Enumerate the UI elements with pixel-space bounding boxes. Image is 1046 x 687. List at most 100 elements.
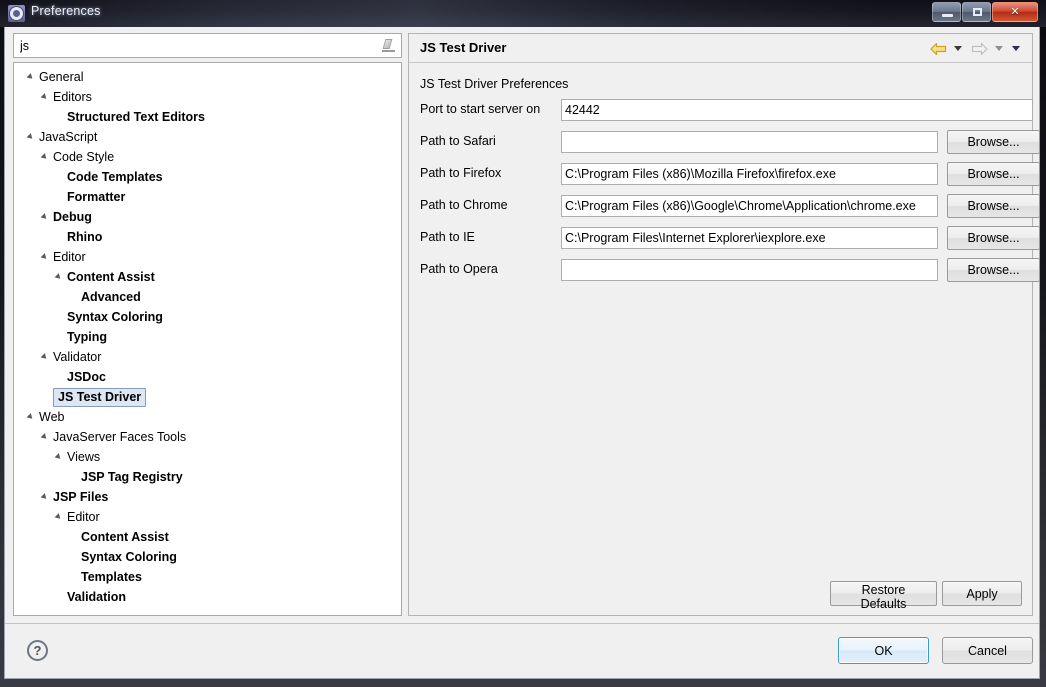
- tree-item-label: JavaScript: [39, 130, 98, 144]
- tree-item-label: JavaServer Faces Tools: [53, 430, 187, 444]
- tree-item[interactable]: Editors: [14, 87, 401, 107]
- tree-item[interactable]: JS Test Driver: [14, 387, 401, 407]
- tree-item-label: Validation: [67, 590, 127, 604]
- tree-item[interactable]: Validation: [14, 587, 401, 607]
- window-title: Preferences: [31, 4, 101, 18]
- close-icon: ✕: [1010, 6, 1020, 18]
- tree-item-label: Templates: [81, 570, 142, 584]
- tree-item[interactable]: Advanced: [14, 287, 401, 307]
- field-label: Path to Chrome: [420, 198, 508, 212]
- tree-item[interactable]: Editor: [14, 507, 401, 527]
- tree-expander-icon[interactable]: [40, 353, 49, 361]
- tree-expander-icon[interactable]: [40, 433, 49, 441]
- tree-expander-icon[interactable]: [54, 453, 63, 461]
- erase-icon[interactable]: [381, 38, 396, 53]
- field-label: Path to Safari: [420, 134, 496, 148]
- preferences-dialog: General Editors Structured Text Editors Jav…: [4, 27, 1040, 679]
- tree-expander-icon[interactable]: [40, 213, 49, 221]
- title-bar: Preferences ✕: [0, 0, 1046, 27]
- field-input[interactable]: [561, 163, 938, 185]
- maximize-icon: [973, 8, 982, 16]
- tree-expander-icon[interactable]: [40, 153, 49, 161]
- tree-item[interactable]: General: [14, 67, 401, 87]
- tree-item-label: Editors: [53, 90, 92, 104]
- browse-button[interactable]: Browse...: [947, 226, 1040, 250]
- tree-item[interactable]: Rhino: [14, 227, 401, 247]
- tree-item[interactable]: Code Style: [14, 147, 401, 167]
- tree-item[interactable]: Formatter: [14, 187, 401, 207]
- minimize-button[interactable]: [932, 2, 961, 22]
- tree-item[interactable]: Views: [14, 447, 401, 467]
- page-title: JS Test Driver: [420, 40, 507, 55]
- search-input[interactable]: [18, 34, 373, 57]
- tree-item[interactable]: Code Templates: [14, 167, 401, 187]
- browse-button[interactable]: Browse...: [947, 130, 1040, 154]
- tree-item[interactable]: JSDoc: [14, 367, 401, 387]
- minimize-icon: [942, 14, 953, 17]
- tree-item[interactable]: Validator: [14, 347, 401, 367]
- tree-item-label: Rhino: [67, 230, 103, 244]
- restore-defaults-button[interactable]: Restore Defaults: [830, 581, 937, 611]
- tree-item[interactable]: Content Assist: [14, 527, 401, 547]
- tree-expander-icon[interactable]: [26, 73, 35, 81]
- right-pane: JS Test Driver JS Test Driver Preference…: [408, 33, 1040, 616]
- tree-item-label: Syntax Coloring: [81, 550, 177, 564]
- section-label: JS Test Driver Preferences: [420, 77, 569, 91]
- tree-item-label: Validator: [53, 350, 102, 364]
- field-input[interactable]: [561, 99, 1033, 121]
- tree-item[interactable]: Debug: [14, 207, 401, 227]
- tree-item[interactable]: Syntax Coloring: [14, 547, 401, 567]
- tree-item-label: Typing: [67, 330, 108, 344]
- tree-expander-icon[interactable]: [26, 133, 35, 141]
- field-input[interactable]: [561, 227, 938, 249]
- browse-button[interactable]: Browse...: [947, 194, 1040, 218]
- tree-item[interactable]: JSP Files: [14, 487, 401, 507]
- tree-item[interactable]: Content Assist: [14, 267, 401, 287]
- forward-arrow-icon: [971, 42, 988, 56]
- tree-item[interactable]: Web: [14, 407, 401, 427]
- tree-item[interactable]: Structured Text Editors: [14, 107, 401, 127]
- field-label: Path to IE: [420, 230, 475, 244]
- field-input[interactable]: [561, 195, 938, 217]
- tree-expander-icon[interactable]: [40, 253, 49, 261]
- field-label: Port to start server on: [420, 102, 541, 116]
- tree-item-label: Debug: [53, 210, 92, 224]
- ok-button[interactable]: OK: [838, 637, 929, 664]
- tree-item[interactable]: JSP Tag Registry: [14, 467, 401, 487]
- back-arrow-icon[interactable]: [930, 42, 947, 56]
- maximize-button[interactable]: [962, 2, 991, 22]
- tree-item[interactable]: JavaScript: [14, 127, 401, 147]
- tree-expander-icon[interactable]: [40, 493, 49, 501]
- field-input[interactable]: [561, 131, 938, 153]
- tree-item-label: Structured Text Editors: [67, 110, 205, 124]
- tree-expander-icon[interactable]: [54, 513, 63, 521]
- question-mark-icon[interactable]: ?: [27, 640, 48, 661]
- page-navigation: [929, 40, 1024, 58]
- close-button[interactable]: ✕: [992, 2, 1038, 22]
- tree-expander-icon[interactable]: [26, 413, 35, 421]
- tree-item[interactable]: Templates: [14, 567, 401, 587]
- tree-expander-icon[interactable]: [40, 93, 49, 101]
- tree-item-label: Code Templates: [67, 170, 163, 184]
- tree-item[interactable]: JavaServer Faces Tools: [14, 427, 401, 447]
- field-input[interactable]: [561, 259, 938, 281]
- back-dropdown-chevron-down-icon[interactable]: [953, 46, 962, 52]
- tree-item-label: Code Style: [53, 150, 115, 164]
- browse-button[interactable]: Browse...: [947, 258, 1040, 282]
- page-header: JS Test Driver: [409, 34, 1032, 63]
- page-menu-chevron-down-icon[interactable]: [1012, 46, 1020, 52]
- tree-item-label: JS Test Driver: [53, 388, 147, 407]
- gear-icon: [8, 5, 25, 22]
- tree-item[interactable]: Syntax Coloring: [14, 307, 401, 327]
- tree-item[interactable]: Typing: [14, 327, 401, 347]
- apply-button[interactable]: Apply: [942, 581, 1022, 606]
- browse-button[interactable]: Browse...: [947, 162, 1040, 186]
- preferences-window: Preferences ✕ General Editors Structured T…: [0, 0, 1046, 687]
- preferences-tree[interactable]: General Editors Structured Text Editors Jav…: [13, 62, 402, 616]
- tree-item-label: Editor: [67, 510, 100, 524]
- filter-search-box[interactable]: [13, 33, 402, 58]
- title-bar-glow: [0, 0, 1046, 27]
- cancel-button[interactable]: Cancel: [942, 637, 1033, 664]
- tree-item[interactable]: Editor: [14, 247, 401, 267]
- tree-expander-icon[interactable]: [54, 273, 63, 281]
